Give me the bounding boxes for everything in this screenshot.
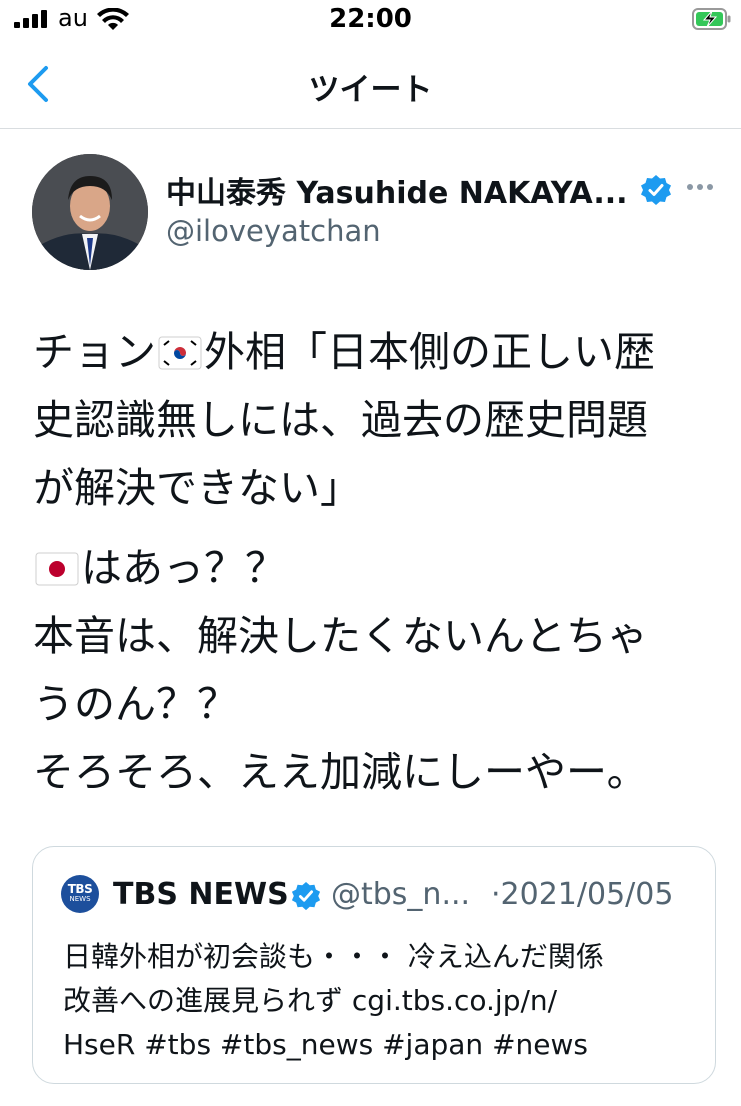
kr-flag-icon: [158, 336, 202, 370]
author-display-name[interactable]: 中山泰秀 Yasuhide NAKAYA...: [166, 168, 636, 212]
quoted-author-name[interactable]: TBS NEWS: [113, 877, 289, 912]
verified-badge-icon: [641, 175, 671, 205]
tbs-logo-subtext: NEWS: [69, 895, 91, 903]
avatar-image: [32, 154, 148, 270]
clock: 22:00: [329, 4, 412, 34]
page-title: ツイート: [308, 72, 433, 108]
tweet-paragraph: チョン 外相「日本側の正しい歴 史認識無しには、過去の歴史問題 が解決できない」: [33, 318, 723, 522]
tweet-text-segment: はあっ？？ 本音は、解決したくないんとちゃ うのん？？ そろそろ、ええ加減にしー…: [33, 544, 648, 796]
tweet-paragraph: はあっ？？ 本音は、解決したくないんとちゃ うのん？？ そろそろ、ええ加減にしー…: [33, 534, 723, 806]
avatar[interactable]: [32, 154, 148, 270]
tweet-text: チョン 外相「日本側の正しい歴 史認識無しには、過去の歴史問題 が解決できない」 …: [33, 318, 723, 806]
tweet-text-segment: チョン: [33, 328, 156, 376]
quoted-tweet-text: 日韓外相が初会談も・・・ 冷え込んだ関係 改善への進展見られず cgi.tbs.…: [63, 940, 604, 1061]
battery-charging-icon: [692, 8, 731, 30]
jp-flag-icon: [35, 552, 79, 586]
status-bar: au 22:00: [0, 0, 741, 44]
tbs-logo-text: TBS: [67, 882, 93, 896]
author-handle[interactable]: @iloveyatchan: [166, 214, 381, 248]
quoted-tweet-date[interactable]: ·2021/05/05: [491, 877, 673, 912]
verified-badge-icon: [291, 881, 321, 911]
more-options-icon[interactable]: [680, 172, 720, 202]
quoted-tweet-card[interactable]: TBS NEWS TBS NEWS @tbs_n... ·2021/05/05 …: [32, 846, 716, 1084]
nav-bar: ツイート: [0, 44, 741, 129]
tbs-news-avatar[interactable]: TBS NEWS: [61, 875, 99, 913]
quoted-author-handle[interactable]: @tbs_n...: [331, 877, 470, 912]
